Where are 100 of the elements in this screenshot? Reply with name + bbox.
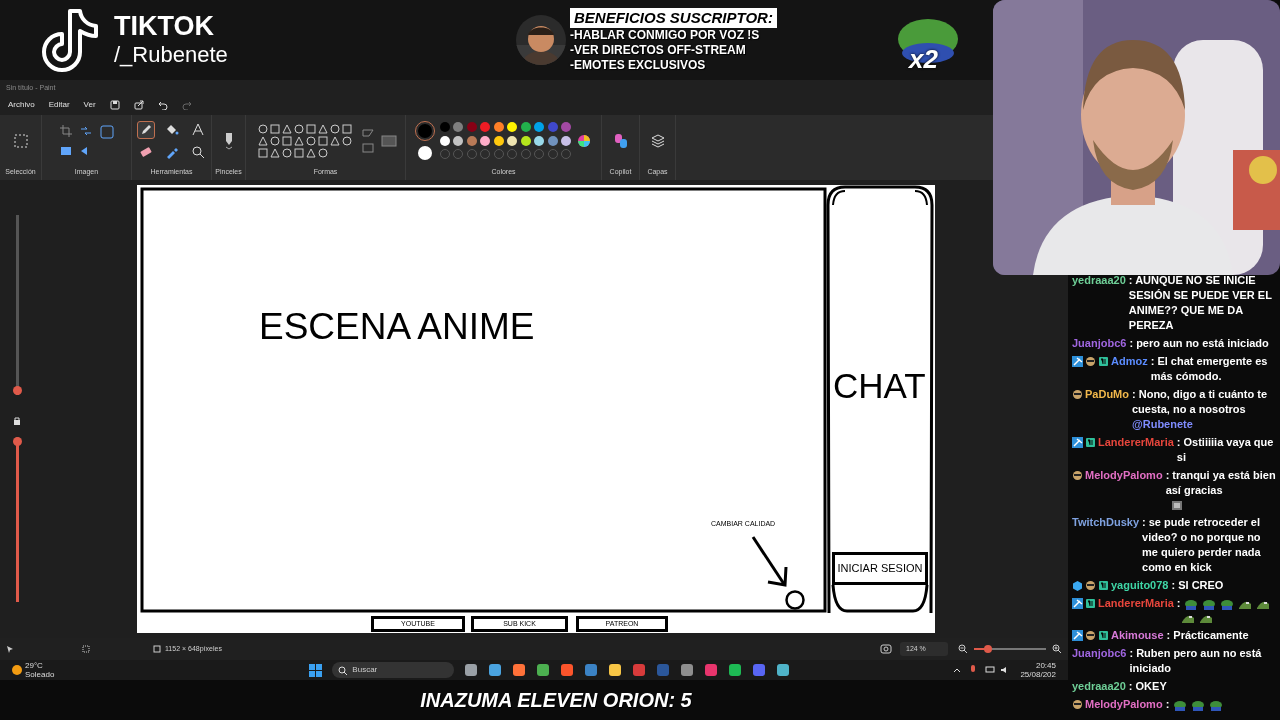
sun-icon <box>12 665 22 675</box>
color-swatch[interactable] <box>534 122 545 132</box>
windows-logo-icon[interactable] <box>309 663 323 677</box>
face-badge-icon <box>1072 699 1083 710</box>
chat-username[interactable]: yedraaa20 <box>1072 679 1126 694</box>
color-swatch[interactable] <box>547 122 558 132</box>
scene-label: ESCENA ANIME <box>259 305 535 349</box>
mention-link[interactable]: @Rubenete <box>1132 418 1193 430</box>
search-icon <box>338 665 348 675</box>
tool-button[interactable] <box>136 120 155 139</box>
chat-message-text: : Ostiiiiia vaya que si <box>1176 435 1275 465</box>
color-swatch[interactable] <box>561 135 572 146</box>
color-swatch[interactable] <box>561 122 572 132</box>
chat-message-text: : se pude retroceder el video? o no porque no me quiero perder nada como en kick <box>1142 515 1262 575</box>
color-swatch[interactable] <box>520 122 531 132</box>
resize-icon[interactable] <box>79 124 92 137</box>
menu-item[interactable]: Archivo <box>8 99 35 111</box>
redo-icon[interactable] <box>181 100 192 110</box>
pickaxe-badge-icon <box>1072 437 1083 448</box>
arrow-drawing <box>750 534 790 590</box>
login-box: INICIAR SESION <box>832 552 928 585</box>
chat-username[interactable]: Akimouse <box>1111 628 1164 643</box>
app-icon[interactable] <box>488 663 503 677</box>
chat-username[interactable]: Juanjobc6 <box>1072 646 1127 661</box>
chat-message-text: : OKEY <box>1128 679 1167 694</box>
color-swatch[interactable] <box>493 122 504 132</box>
app-icon[interactable] <box>464 663 479 677</box>
app-icon[interactable] <box>584 663 599 677</box>
face-badge-icon <box>1072 470 1083 481</box>
zoom-in-icon[interactable] <box>1052 644 1062 654</box>
secondary-color-swatch[interactable] <box>417 145 432 160</box>
chat-username[interactable]: yaguito078 <box>1111 578 1169 593</box>
fit-to-window-icon[interactable] <box>880 644 892 654</box>
undo-icon[interactable] <box>157 100 168 110</box>
emote-icon <box>1220 597 1235 610</box>
primary-color-swatch[interactable] <box>415 121 434 140</box>
pointer-icon <box>6 645 14 653</box>
color-swatch[interactable] <box>453 135 464 146</box>
color-wheel-icon[interactable] <box>577 133 592 148</box>
pickaxe-badge-icon <box>1072 598 1083 609</box>
save-icon[interactable] <box>109 100 120 110</box>
zoom-icon <box>190 144 205 159</box>
color-swatch[interactable] <box>547 135 558 146</box>
chat-username[interactable]: MelodyPalomo <box>1085 697 1163 712</box>
menu-item[interactable]: Editar <box>48 99 70 111</box>
shape-fill-icon[interactable] <box>380 134 397 147</box>
temperature: 29°C <box>25 661 44 670</box>
zoom-out-icon[interactable] <box>958 644 968 654</box>
canvas-size-icon <box>153 645 161 653</box>
app-icon[interactable] <box>680 663 695 677</box>
color-swatch[interactable] <box>466 135 477 146</box>
app-icon[interactable] <box>512 663 527 677</box>
color-swatch[interactable] <box>520 135 531 146</box>
color-swatch[interactable] <box>507 122 518 132</box>
chat-username[interactable]: LandererMaria <box>1098 596 1174 611</box>
layers-icon[interactable] <box>650 133 665 148</box>
color-swatch[interactable] <box>439 135 450 146</box>
chat-username[interactable]: PaDuMo <box>1085 387 1129 402</box>
color-swatch[interactable] <box>453 122 464 132</box>
cube-badge-icon <box>1072 580 1083 591</box>
app-icon[interactable] <box>536 663 551 677</box>
microphone-icon[interactable] <box>969 665 978 675</box>
vertical-slider[interactable] <box>16 215 19 395</box>
color-swatch[interactable] <box>534 135 545 146</box>
color-swatch[interactable] <box>507 135 518 146</box>
selection-icon[interactable] <box>13 133 28 148</box>
face-badge-icon <box>1085 580 1096 591</box>
chat-username[interactable]: LandererMaria <box>1098 435 1174 450</box>
monitor-icon[interactable] <box>985 666 996 674</box>
chat-username[interactable]: TwitchDusky <box>1072 515 1140 530</box>
vertical-slider[interactable] <box>16 437 19 602</box>
lock-icon[interactable] <box>12 416 22 426</box>
tag-badge-icon <box>1098 580 1109 591</box>
color-swatch[interactable] <box>439 122 450 132</box>
chat-username[interactable]: yedraaa20 <box>1072 273 1126 288</box>
app-icon[interactable] <box>776 663 791 677</box>
menu-item[interactable]: Ver <box>83 99 96 111</box>
color-swatch[interactable] <box>466 122 477 132</box>
benefit-line: -HABLAR CONMIGO POR VOZ !S <box>570 27 761 43</box>
tag-badge-icon <box>1098 356 1109 367</box>
color-swatch[interactable] <box>480 135 491 146</box>
brand-name: TIKTOK <box>114 11 215 41</box>
copilot-icon[interactable] <box>612 132 629 149</box>
chat-username[interactable]: MelodyPalomo <box>1085 468 1163 483</box>
chat-username[interactable]: Juanjobc6 <box>1072 336 1127 351</box>
chat-username[interactable]: Admoz <box>1111 354 1148 369</box>
app-icon[interactable] <box>728 663 743 677</box>
crop-icon[interactable] <box>59 124 72 137</box>
tag-badge-icon <box>1085 437 1096 448</box>
share-icon[interactable] <box>133 100 144 110</box>
color-swatch[interactable] <box>493 135 504 146</box>
face-badge-icon <box>1085 630 1096 641</box>
app-icon[interactable] <box>608 663 623 677</box>
app-icon[interactable] <box>560 663 575 677</box>
color-swatch[interactable] <box>480 122 491 132</box>
chat-label: CHAT <box>833 365 926 407</box>
chevron-up-icon[interactable] <box>953 666 962 674</box>
search-field[interactable]: Buscar <box>332 662 455 678</box>
chat-message-text: : tranqui ya está bien así gracias <box>1165 468 1277 498</box>
chat-message-text: : AUNQUE NO SE INICIE SESIÓN SE PUEDE VER EL ANIME?? QUE ME DA PEREZA <box>1128 273 1273 333</box>
